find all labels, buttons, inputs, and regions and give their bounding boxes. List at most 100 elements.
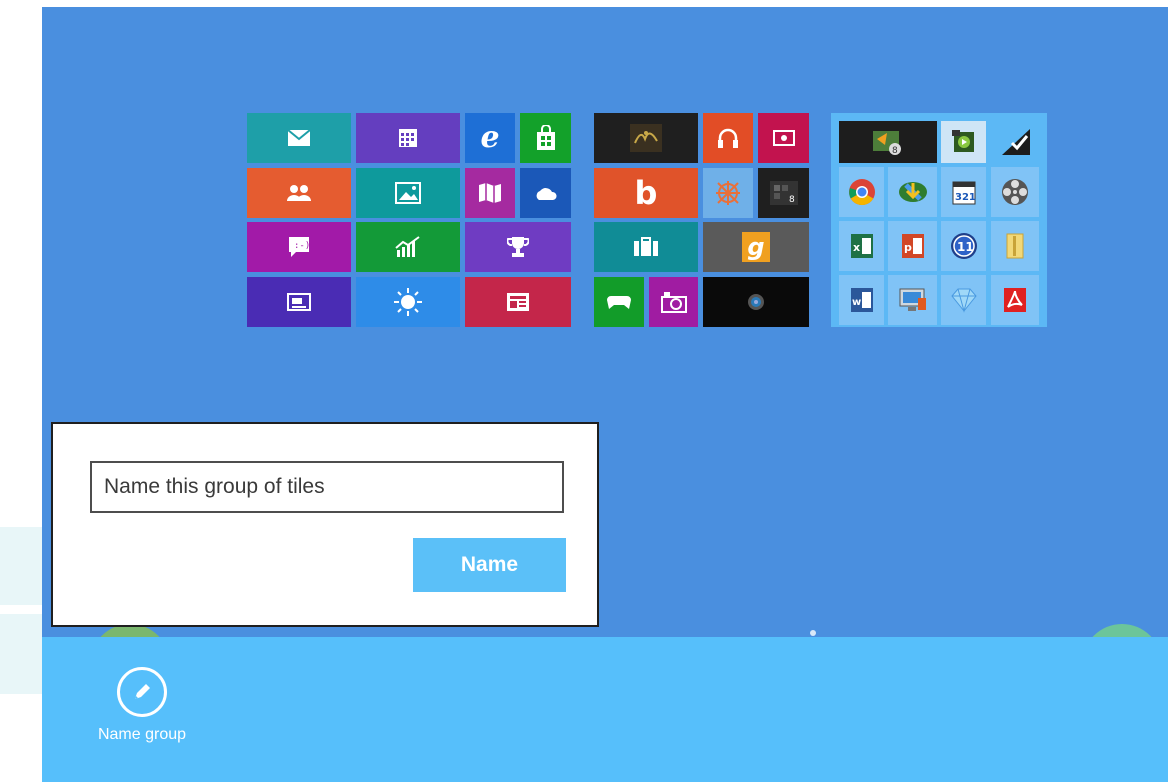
bing-icon: b — [634, 174, 658, 212]
games-tile[interactable] — [465, 222, 571, 272]
app-11-tile[interactable]: 11 — [941, 221, 986, 271]
word-tile[interactable]: w — [839, 275, 884, 325]
finance-icon — [395, 236, 420, 257]
powerpoint-tile[interactable]: p — [888, 221, 937, 271]
gem-tile[interactable] — [941, 275, 986, 325]
svg-text:8: 8 — [892, 146, 898, 156]
news-icon — [507, 293, 529, 311]
pdf-tile[interactable] — [991, 275, 1039, 325]
zune-icon — [716, 181, 740, 205]
media-icon: 321 — [952, 181, 976, 205]
headphones-icon — [718, 128, 738, 148]
people-icon — [287, 185, 311, 201]
maps-tile[interactable] — [465, 168, 515, 218]
calendar-tile[interactable] — [356, 113, 460, 163]
name-group-label: Name group — [97, 726, 187, 743]
name-group-command[interactable]: Name group — [82, 667, 202, 744]
video-tile[interactable] — [758, 113, 809, 163]
messaging-tile[interactable]: :-) — [247, 222, 351, 272]
background-shape-dot — [810, 630, 816, 636]
internet-explorer-tile[interactable]: e — [465, 113, 515, 163]
gmail-style-tile[interactable]: g — [703, 222, 809, 272]
people-tile[interactable] — [247, 168, 351, 218]
finance-tile[interactable] — [356, 222, 460, 272]
trophy-icon — [507, 237, 529, 257]
app-tile-1[interactable]: 8 — [839, 121, 937, 163]
selected-check — [991, 121, 1039, 163]
messaging-icon: :-) — [289, 237, 310, 257]
weather-tile[interactable] — [356, 277, 460, 327]
svg-text:w: w — [852, 297, 861, 308]
word-icon: w — [850, 288, 873, 312]
xbox-games-tile[interactable] — [594, 277, 644, 327]
desktop-icon — [287, 293, 311, 311]
maps-icon — [479, 183, 501, 203]
app-icon: 8 — [769, 181, 798, 205]
skydrive-tile[interactable] — [520, 168, 571, 218]
video-icon — [772, 130, 795, 146]
zune-tile[interactable] — [703, 168, 753, 218]
film-icon — [1002, 179, 1028, 205]
internet-explorer-icon: e — [480, 120, 500, 155]
windows-logo-fragment-top — [0, 527, 42, 605]
name-button[interactable]: Name — [413, 538, 566, 592]
calligraphy-icon — [630, 124, 662, 152]
store-tile[interactable] — [520, 113, 571, 163]
metro-app-tile[interactable]: 8 — [758, 168, 809, 218]
group-name-input[interactable] — [90, 461, 564, 513]
chrome-icon — [848, 179, 875, 206]
media-player-tile[interactable]: 321 — [941, 167, 986, 217]
sun-icon — [394, 288, 422, 316]
svg-text:p: p — [904, 241, 912, 254]
tile-group-1: e :-) — [247, 113, 571, 327]
folder-tile[interactable] — [991, 221, 1039, 271]
app-icon — [951, 130, 974, 152]
eleven-icon: 11 — [950, 233, 977, 259]
tile-group-2: b 8 g — [594, 113, 809, 327]
lens-icon — [748, 294, 764, 310]
app-bar: Name group — [42, 637, 1168, 782]
chrome-tile[interactable] — [839, 167, 884, 217]
suitcase-icon — [634, 237, 658, 256]
pdf-icon — [1004, 288, 1026, 312]
excel-icon: x — [850, 234, 873, 258]
computer-tile[interactable] — [888, 275, 937, 325]
powerpoint-icon: p — [901, 234, 924, 258]
cloud-icon — [536, 188, 557, 200]
name-group-icon-circle — [117, 667, 167, 717]
film-tile[interactable] — [991, 167, 1039, 217]
svg-text:11: 11 — [957, 240, 974, 254]
photos-tile[interactable] — [356, 168, 460, 218]
mail-tile[interactable] — [247, 113, 351, 163]
windows-logo-fragment-bottom — [0, 614, 42, 694]
svg-text:321: 321 — [955, 192, 976, 203]
news-tile[interactable] — [465, 277, 571, 327]
idm-tile[interactable] — [888, 167, 937, 217]
svg-text:x: x — [853, 241, 860, 254]
app-tile-2[interactable] — [941, 121, 986, 163]
g-icon: g — [742, 232, 770, 262]
svg-text::-): :-) — [294, 241, 310, 251]
quran-tile[interactable] — [594, 113, 698, 163]
svg-text:8: 8 — [789, 195, 795, 205]
gem-icon — [950, 288, 977, 313]
bing-tile[interactable]: b — [594, 168, 698, 218]
mail-icon — [287, 129, 311, 146]
music-tile[interactable] — [703, 113, 753, 163]
app-icon: 8 — [873, 131, 901, 156]
download-icon — [898, 182, 927, 202]
camera-app-tile[interactable] — [703, 277, 809, 327]
name-group-dialog: Name — [51, 422, 599, 627]
camera-icon — [660, 292, 687, 313]
camera-tile[interactable] — [649, 277, 698, 327]
computer-icon — [899, 288, 926, 311]
travel-tile[interactable] — [594, 222, 698, 272]
store-icon — [536, 125, 555, 150]
tile-group-3-selected[interactable]: 8 321 x p 11 w — [831, 113, 1047, 327]
check-icon — [1002, 129, 1030, 155]
calendar-icon — [399, 129, 417, 147]
excel-tile[interactable]: x — [839, 221, 884, 271]
pencil-icon — [135, 684, 150, 699]
photos-icon — [395, 182, 421, 204]
desktop-tile[interactable] — [247, 277, 351, 327]
